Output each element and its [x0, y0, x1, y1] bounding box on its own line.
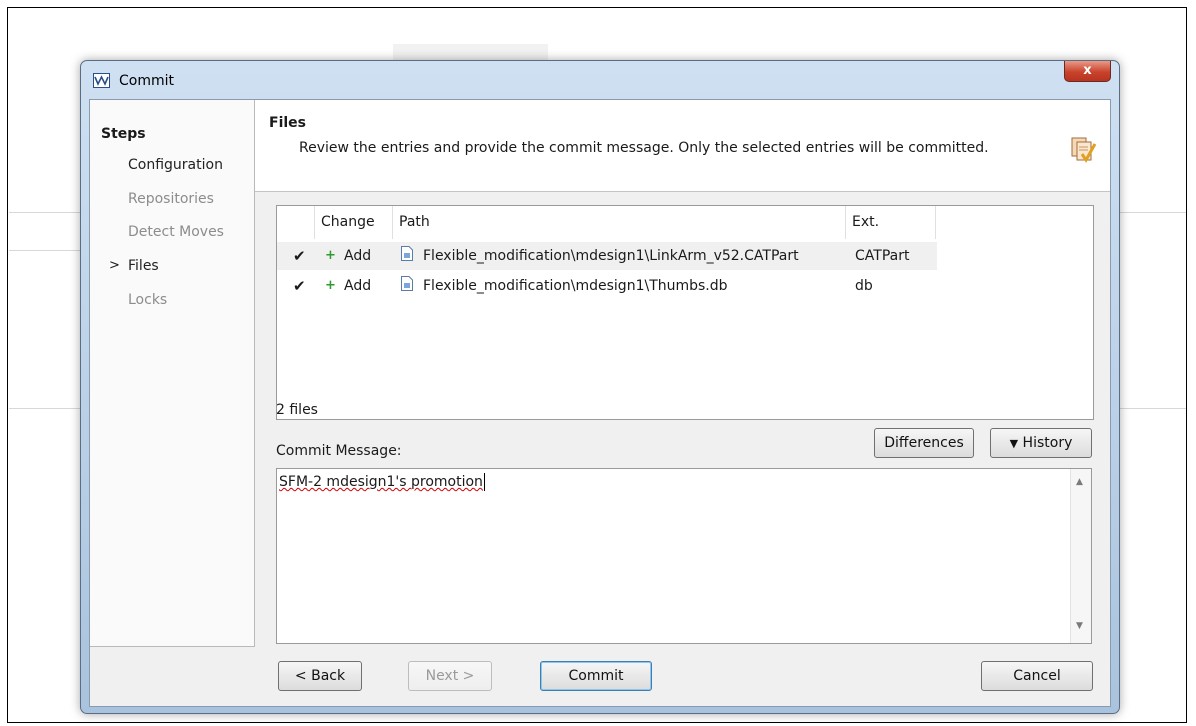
row-change: Add	[344, 278, 372, 294]
title-bar: Commit x	[81, 61, 1119, 99]
table-row[interactable]: ✔ + Add Flexible_modification\mdesign1\L…	[277, 242, 937, 270]
add-change-icon: +	[325, 248, 336, 263]
close-button[interactable]: x	[1064, 61, 1111, 82]
row-checkbox[interactable]: ✔	[293, 242, 306, 270]
page-description: Review the entries and provide the commi…	[299, 140, 989, 156]
row-ext: db	[855, 278, 873, 294]
row-ext: CATPart	[855, 248, 910, 264]
history-button-label: History	[1022, 435, 1073, 451]
commit-files-icon	[1071, 137, 1096, 163]
row-checkbox[interactable]: ✔	[293, 272, 306, 300]
row-path: Flexible_modification\mdesign1\LinkArm_v…	[423, 248, 799, 264]
next-button[interactable]: Next >	[408, 661, 492, 691]
row-change: Add	[344, 248, 372, 264]
steps-heading: Steps	[101, 126, 146, 142]
scroll-up-icon[interactable]: ▲	[1076, 477, 1083, 487]
window-title: Commit	[119, 73, 174, 89]
file-count: 2 files	[276, 402, 318, 418]
step-repositories: Repositories	[128, 191, 214, 207]
commit-message-value: SFM-2 mdesign1's promotion	[279, 474, 483, 490]
file-icon	[401, 276, 413, 291]
page-title: Files	[269, 115, 306, 131]
commit-dialog: Commit x Steps Configuration Repositorie…	[80, 60, 1120, 714]
column-header-path[interactable]: Path	[393, 206, 846, 239]
step-locks: Locks	[128, 292, 168, 308]
history-button[interactable]: ▼ History	[990, 428, 1092, 458]
dropdown-arrow-icon: ▼	[1009, 437, 1019, 450]
page-header: Files Review the entries and provide the…	[255, 100, 1110, 192]
scroll-down-icon[interactable]: ▼	[1076, 621, 1083, 631]
background-divider	[9, 250, 81, 251]
background-divider	[1118, 212, 1186, 213]
file-icon	[401, 246, 413, 261]
column-header-check	[277, 206, 315, 239]
back-button[interactable]: < Back	[278, 661, 362, 691]
cancel-button[interactable]: Cancel	[981, 661, 1093, 691]
background-divider	[1118, 408, 1186, 409]
step-detect-moves: Detect Moves	[128, 224, 224, 240]
add-change-icon: +	[325, 278, 336, 293]
differences-button[interactable]: Differences	[874, 428, 974, 458]
text-caret	[483, 473, 485, 491]
background-divider	[9, 212, 81, 213]
message-scrollbar[interactable]: ▲ ▼	[1070, 469, 1091, 643]
row-path: Flexible_modification\mdesign1\Thumbs.db	[423, 278, 728, 294]
commit-message-input[interactable]: SFM-2 mdesign1's promotion ▲ ▼	[276, 468, 1092, 644]
step-configuration: Configuration	[128, 157, 223, 173]
commit-button[interactable]: Commit	[540, 661, 652, 691]
steps-pane: Steps Configuration Repositories Detect …	[90, 100, 255, 647]
step-files: Files	[128, 258, 159, 274]
column-header-ext[interactable]: Ext.	[846, 206, 936, 239]
dialog-body: Steps Configuration Repositories Detect …	[89, 99, 1111, 707]
table-row[interactable]: ✔ + Add Flexible_modification\mdesign1\T…	[277, 272, 937, 300]
column-header-change[interactable]: Change	[315, 206, 393, 239]
current-step-marker: >	[109, 258, 120, 273]
commit-message-label: Commit Message:	[276, 443, 402, 459]
background-divider	[9, 408, 81, 409]
commit-message-text: SFM-2 mdesign1's promotion	[279, 473, 485, 491]
app-logo-icon	[93, 73, 110, 88]
files-table: Change Path Ext. ✔ + Add Flexible_modifi…	[276, 205, 1094, 420]
